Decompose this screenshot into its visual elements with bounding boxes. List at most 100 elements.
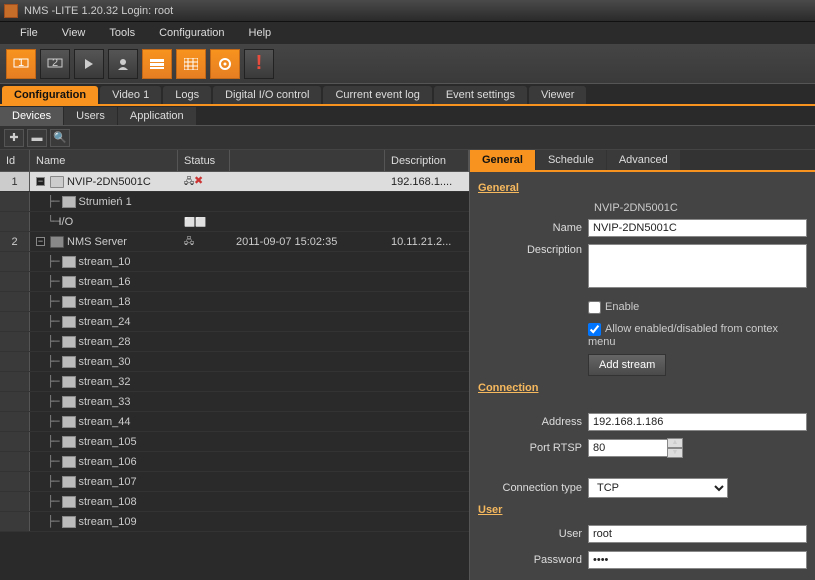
- tree-row-stream[interactable]: ├─stream_28: [0, 332, 469, 352]
- row-desc: 192.168.1....: [385, 176, 469, 188]
- grid-button[interactable]: [176, 49, 206, 79]
- ptab-advanced[interactable]: Advanced: [607, 150, 680, 170]
- row-id: [0, 412, 30, 431]
- menu-file[interactable]: File: [8, 25, 50, 41]
- tree-line: ├─: [36, 335, 59, 348]
- menu-help[interactable]: Help: [237, 25, 284, 41]
- row-name-cell: − NVIP-2DN5001C: [30, 176, 178, 188]
- tree-row-stream[interactable]: ├─stream_10: [0, 252, 469, 272]
- description-input[interactable]: [588, 244, 807, 288]
- tree-row-stream[interactable]: ├─stream_108: [0, 492, 469, 512]
- tab-video1[interactable]: Video 1: [100, 86, 161, 104]
- secondary-tabs: Devices Users Application: [0, 106, 815, 126]
- tree-row-stream[interactable]: ├─stream_44: [0, 412, 469, 432]
- servers-icon: [149, 58, 165, 70]
- tab-event-settings[interactable]: Event settings: [434, 86, 527, 104]
- row-name-cell: ├─ stream_105: [30, 435, 178, 448]
- properties-panel: General Schedule Advanced General NVIP-2…: [469, 150, 815, 580]
- col-status[interactable]: Status: [178, 150, 230, 171]
- device-name-display: NVIP-2DN5001C: [478, 202, 807, 214]
- add-stream-button[interactable]: Add stream: [588, 354, 666, 376]
- collapse-icon[interactable]: −: [36, 237, 45, 246]
- tree-row-device-1[interactable]: 1 − NVIP-2DN5001C 🖧✖ 192.168.1....: [0, 172, 469, 192]
- titlebar: NMS -LITE 1.20.32 Login: root: [0, 0, 815, 22]
- remove-device-button[interactable]: ▬: [27, 129, 47, 147]
- menu-tools[interactable]: Tools: [97, 25, 147, 41]
- allow-context-checkbox[interactable]: [588, 323, 601, 336]
- settings-button[interactable]: [210, 49, 240, 79]
- servers-button[interactable]: [142, 49, 172, 79]
- section-general: General: [478, 182, 807, 194]
- row-name: stream_105: [79, 436, 137, 448]
- tree-row-stream[interactable]: ├─stream_106: [0, 452, 469, 472]
- subtab-users[interactable]: Users: [64, 107, 117, 125]
- status-connected-icon: 🖧: [184, 236, 194, 246]
- property-body: General NVIP-2DN5001C Name Description E…: [470, 172, 815, 580]
- tree-row-stream[interactable]: ├─stream_107: [0, 472, 469, 492]
- tab-digital-io[interactable]: Digital I/O control: [213, 86, 321, 104]
- ptab-schedule[interactable]: Schedule: [536, 150, 606, 170]
- col-name[interactable]: Name: [30, 150, 178, 171]
- layout-2-button[interactable]: 2: [40, 49, 70, 79]
- name-input[interactable]: [588, 219, 807, 237]
- content-area: Id Name Status Description 1 − NVIP-2DN5…: [0, 150, 815, 580]
- password-input[interactable]: [588, 551, 807, 569]
- tree-row-stream[interactable]: ├─stream_24: [0, 312, 469, 332]
- tree-row-stream[interactable]: ├─stream_32: [0, 372, 469, 392]
- tree-row-stream[interactable]: ├─stream_109: [0, 512, 469, 532]
- tree-line: ├─: [36, 435, 59, 448]
- device-icon: [50, 176, 64, 188]
- user-button[interactable]: [108, 49, 138, 79]
- section-connection: Connection: [478, 382, 807, 394]
- allow-context-checkbox-label[interactable]: Allow enabled/disabled from contex menu: [588, 323, 778, 348]
- tree-row-stream[interactable]: ├─ Strumień 1: [0, 192, 469, 212]
- tree-row-device-2[interactable]: 2 − NMS Server 🖧 2011-09-07 15:02:35 10.…: [0, 232, 469, 252]
- device-tree[interactable]: 1 − NVIP-2DN5001C 🖧✖ 192.168.1.... ├─ St…: [0, 172, 469, 580]
- address-input[interactable]: [588, 413, 807, 431]
- tab-current-event[interactable]: Current event log: [323, 86, 431, 104]
- alert-button[interactable]: !: [244, 49, 274, 79]
- io-status-icon: ⬜⬜: [184, 217, 206, 227]
- port-spin-up[interactable]: ▲: [667, 438, 683, 448]
- row-name-cell: ├─stream_44: [30, 415, 178, 428]
- tree-row-stream[interactable]: ├─stream_18: [0, 292, 469, 312]
- col-id[interactable]: Id: [0, 150, 30, 171]
- tree-line: ├─: [36, 475, 59, 488]
- window-title: NMS -LITE 1.20.32 Login: root: [24, 5, 173, 17]
- row-name-cell: ├─stream_106: [30, 455, 178, 468]
- conn-type-select[interactable]: TCP: [588, 478, 728, 498]
- row-status: ⬜⬜: [178, 216, 230, 228]
- tree-row-stream[interactable]: ├─stream_33: [0, 392, 469, 412]
- user-input[interactable]: [588, 525, 807, 543]
- layout-1-button[interactable]: 1: [6, 49, 36, 79]
- enable-checkbox-label[interactable]: Enable: [588, 301, 639, 313]
- enable-checkbox[interactable]: [588, 301, 601, 314]
- port-input[interactable]: [588, 439, 668, 457]
- stream-icon: [62, 436, 76, 448]
- main-toolbar: 1 2 !: [0, 44, 815, 84]
- menu-configuration[interactable]: Configuration: [147, 25, 236, 41]
- port-spin-down[interactable]: ▼: [667, 448, 683, 458]
- tab-logs[interactable]: Logs: [163, 86, 211, 104]
- tree-row-stream[interactable]: ├─ stream_105: [0, 432, 469, 452]
- tree-row-io[interactable]: └─ I/O ⬜⬜: [0, 212, 469, 232]
- col-time[interactable]: [230, 150, 385, 171]
- tree-row-stream[interactable]: ├─stream_16: [0, 272, 469, 292]
- play-button[interactable]: [74, 49, 104, 79]
- col-description[interactable]: Description: [385, 150, 469, 171]
- subtab-devices[interactable]: Devices: [0, 107, 63, 125]
- tab-configuration[interactable]: Configuration: [2, 86, 98, 104]
- subtab-application[interactable]: Application: [118, 107, 196, 125]
- port-spinner: ▲ ▼: [667, 438, 683, 458]
- user-icon: [117, 58, 129, 70]
- row-name: Strumień 1: [79, 196, 132, 208]
- ptab-general[interactable]: General: [470, 150, 535, 170]
- tree-row-stream[interactable]: ├─stream_30: [0, 352, 469, 372]
- row-id: [0, 292, 30, 311]
- search-device-button[interactable]: 🔍: [50, 129, 70, 147]
- collapse-icon[interactable]: −: [36, 177, 45, 186]
- port-label: Port RTSP: [478, 442, 588, 454]
- tab-viewer[interactable]: Viewer: [529, 86, 586, 104]
- menu-view[interactable]: View: [50, 25, 98, 41]
- add-device-button[interactable]: ✚: [4, 129, 24, 147]
